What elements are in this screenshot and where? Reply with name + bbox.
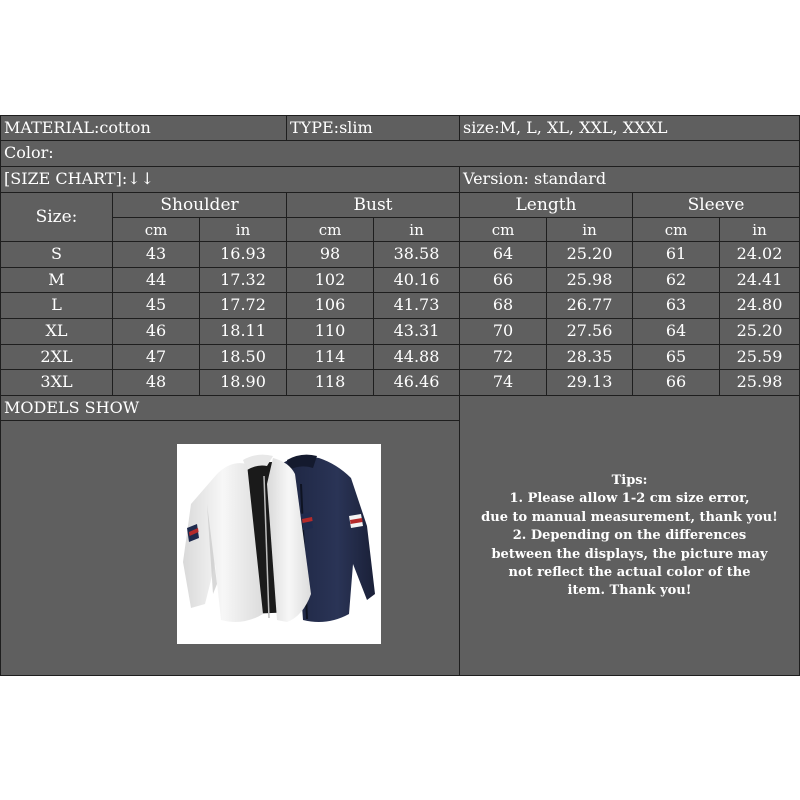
size-header: Size:: [0, 192, 113, 242]
unit-header: cm: [632, 217, 720, 242]
tips-line: item. Thank you!: [567, 583, 692, 599]
value-cell: 118: [286, 369, 374, 396]
value-cell: 63: [632, 292, 720, 319]
value-cell: 98: [286, 241, 374, 268]
value-cell: 16.93: [199, 241, 287, 268]
group-header-bust: Bust: [286, 192, 460, 218]
material-cell: MATERIAL:cotton: [0, 115, 287, 141]
group-header-length: Length: [459, 192, 633, 218]
value-cell: 62: [632, 267, 720, 293]
value-cell: 68: [459, 292, 547, 319]
value-cell: 72: [459, 344, 547, 370]
value-cell: 43: [112, 241, 200, 268]
value-cell: 110: [286, 318, 374, 345]
value-cell: 41.73: [373, 292, 460, 319]
size-cell: XL: [0, 318, 113, 345]
size-chart-cell: [SIZE CHART]:↓↓: [0, 166, 460, 193]
group-header-sleeve: Sleeve: [632, 192, 800, 218]
value-cell: 25.98: [719, 369, 800, 396]
value-cell: 61: [632, 241, 720, 268]
tips-line: Tips:: [611, 473, 648, 488]
tips-text: Tips: 1. Please allow 1-2 cm size error,…: [459, 472, 800, 601]
size-cell: S: [0, 241, 113, 268]
value-cell: 24.80: [719, 292, 800, 319]
jacket-photo: [177, 444, 381, 644]
unit-header: cm: [112, 217, 200, 242]
size-cell: 2XL: [0, 344, 113, 370]
value-cell: 46.46: [373, 369, 460, 396]
unit-header: in: [373, 217, 460, 242]
tips-line: due to manual measurement, thank you!: [481, 509, 778, 525]
unit-header: in: [719, 217, 800, 242]
value-cell: 24.41: [719, 267, 800, 293]
tips-line: between the displays, the picture may: [491, 546, 768, 562]
value-cell: 114: [286, 344, 374, 370]
value-cell: 66: [632, 369, 720, 396]
value-cell: 66: [459, 267, 547, 293]
tips-line: not reflect the actual color of the: [508, 565, 751, 581]
value-cell: 43.31: [373, 318, 460, 345]
type-cell: TYPE:slim: [286, 115, 460, 141]
color-cell: Color:: [0, 140, 800, 167]
version-cell: Version: standard: [459, 166, 800, 193]
size-cell: L: [0, 292, 113, 319]
value-cell: 18.90: [199, 369, 287, 396]
value-cell: 40.16: [373, 267, 460, 293]
value-cell: 106: [286, 292, 374, 319]
value-cell: 24.02: [719, 241, 800, 268]
value-cell: 28.35: [546, 344, 633, 370]
value-cell: 46: [112, 318, 200, 345]
tips-line: 2. Depending on the differences: [512, 528, 747, 544]
size-cell: M: [0, 267, 113, 293]
unit-header: cm: [459, 217, 547, 242]
value-cell: 70: [459, 318, 547, 345]
unit-header: in: [199, 217, 287, 242]
value-cell: 27.56: [546, 318, 633, 345]
size-cell: 3XL: [0, 369, 113, 396]
value-cell: 44.88: [373, 344, 460, 370]
value-cell: 26.77: [546, 292, 633, 319]
value-cell: 47: [112, 344, 200, 370]
value-cell: 102: [286, 267, 374, 293]
value-cell: 25.20: [546, 241, 633, 268]
models-show-label: MODELS SHOW: [0, 395, 460, 421]
jacket-photo-illustration: [183, 454, 375, 622]
value-cell: 17.72: [199, 292, 287, 319]
value-cell: 18.11: [199, 318, 287, 345]
value-cell: 38.58: [373, 241, 460, 268]
value-cell: 65: [632, 344, 720, 370]
value-cell: 74: [459, 369, 547, 396]
value-cell: 17.32: [199, 267, 287, 293]
value-cell: 45: [112, 292, 200, 319]
value-cell: 25.59: [719, 344, 800, 370]
value-cell: 64: [632, 318, 720, 345]
value-cell: 29.13: [546, 369, 633, 396]
size-list-cell: size:M, L, XL, XXL, XXXL: [459, 115, 800, 141]
group-header-shoulder: Shoulder: [112, 192, 287, 218]
value-cell: 48: [112, 369, 200, 396]
unit-header: cm: [286, 217, 374, 242]
value-cell: 64: [459, 241, 547, 268]
unit-header: in: [546, 217, 633, 242]
value-cell: 25.20: [719, 318, 800, 345]
value-cell: 44: [112, 267, 200, 293]
value-cell: 18.50: [199, 344, 287, 370]
value-cell: 25.98: [546, 267, 633, 293]
tips-line: 1. Please allow 1-2 cm size error,: [509, 491, 750, 507]
